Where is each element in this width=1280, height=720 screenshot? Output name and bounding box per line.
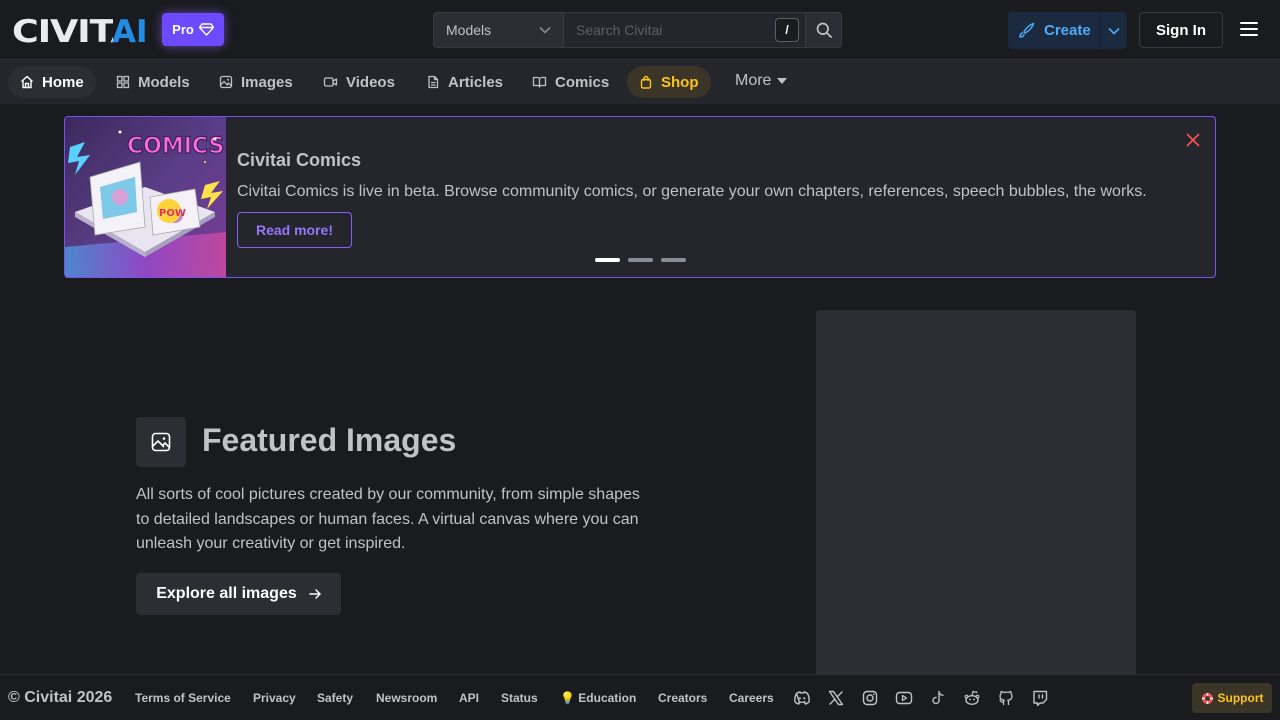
nav-item-images[interactable]: Images bbox=[207, 66, 305, 98]
book-icon bbox=[532, 76, 547, 88]
nav-item-comics[interactable]: Comics bbox=[520, 66, 621, 98]
explore-label: Explore all images bbox=[156, 585, 297, 602]
carousel-dot[interactable] bbox=[628, 258, 653, 262]
create-button[interactable]: Create bbox=[1008, 12, 1127, 49]
main-nav: Home Models Images Videos Articles Comic… bbox=[0, 60, 1280, 104]
top-header: CIVITAI AI Pro Models / Create Sign In bbox=[0, 0, 1280, 60]
nav-label: Home bbox=[42, 73, 84, 91]
chevron-down-icon bbox=[1107, 27, 1120, 35]
video-icon bbox=[323, 77, 338, 87]
reddit-icon[interactable] bbox=[963, 689, 981, 707]
nav-more-menu[interactable]: More bbox=[735, 72, 788, 90]
nav-label: Models bbox=[138, 73, 190, 91]
svg-text:AI: AI bbox=[112, 16, 148, 44]
footer-link-newsroom[interactable]: Newsroom bbox=[376, 691, 437, 705]
footer: © Civitai 2026 Terms of Service Privacy … bbox=[0, 674, 1280, 720]
sign-in-button[interactable]: Sign In bbox=[1139, 12, 1223, 48]
lifebuoy-icon bbox=[1201, 692, 1213, 704]
hamburger-menu-icon[interactable] bbox=[1238, 18, 1260, 40]
search-type-value: Models bbox=[446, 22, 492, 38]
instagram-icon[interactable] bbox=[861, 689, 879, 707]
footer-link-safety[interactable]: Safety bbox=[317, 691, 353, 705]
diamond-icon bbox=[198, 23, 214, 36]
copyright: © Civitai 2026 bbox=[8, 689, 113, 706]
nav-label: Articles bbox=[448, 73, 504, 91]
banner-carousel-indicators bbox=[595, 258, 686, 262]
search-bar: Models / bbox=[433, 12, 842, 48]
photo-icon bbox=[219, 75, 233, 89]
search-button[interactable] bbox=[806, 12, 842, 48]
search-type-select[interactable]: Models bbox=[433, 12, 564, 48]
pro-button[interactable]: Pro bbox=[162, 13, 224, 46]
nav-item-shop[interactable]: Shop bbox=[627, 66, 711, 98]
explore-all-images-button[interactable]: Explore all images bbox=[136, 573, 341, 615]
home-icon bbox=[21, 75, 33, 89]
featured-images-title: Featured Images bbox=[202, 422, 457, 458]
svg-text:COMICS: COMICS bbox=[127, 134, 224, 159]
search-input[interactable] bbox=[576, 22, 766, 38]
file-text-icon bbox=[428, 75, 439, 89]
create-main-action[interactable]: Create bbox=[1008, 12, 1100, 49]
nav-item-home[interactable]: Home bbox=[8, 66, 96, 98]
support-button[interactable]: Support bbox=[1192, 683, 1272, 713]
x-icon[interactable] bbox=[827, 689, 845, 707]
pro-label: Pro bbox=[172, 22, 194, 37]
carousel-dot[interactable] bbox=[661, 258, 686, 262]
nav-more-label: More bbox=[735, 72, 772, 89]
nav-label: Comics bbox=[555, 73, 610, 91]
tiktok-icon[interactable] bbox=[929, 689, 947, 707]
footer-link-careers[interactable]: Careers bbox=[729, 691, 774, 705]
announcement-banner: COMICS POW Civitai Comics Civitai Comics… bbox=[64, 116, 1216, 278]
footer-link-terms[interactable]: Terms of Service bbox=[135, 691, 231, 705]
youtube-icon[interactable] bbox=[895, 689, 913, 707]
arrow-right-icon bbox=[309, 589, 321, 599]
comics-banner-image: COMICS POW bbox=[65, 117, 226, 277]
nav-item-models[interactable]: Models bbox=[104, 66, 202, 98]
github-icon[interactable] bbox=[997, 689, 1015, 707]
nav-label: Shop bbox=[661, 73, 699, 91]
create-dropdown-toggle[interactable] bbox=[1100, 27, 1127, 35]
twitch-icon[interactable] bbox=[1031, 689, 1049, 707]
footer-link-status[interactable]: Status bbox=[501, 691, 538, 705]
search-input-container: / bbox=[564, 12, 806, 48]
featured-image-placeholder bbox=[816, 310, 1136, 676]
civitai-logo[interactable]: CIVITAI AI bbox=[12, 16, 152, 44]
banner-text: Civitai Comics is live in beta. Browse c… bbox=[237, 183, 1147, 200]
footer-link-education[interactable]: 💡 Education bbox=[560, 691, 636, 705]
discord-icon[interactable] bbox=[793, 689, 811, 707]
support-label: Support bbox=[1217, 691, 1264, 705]
featured-images-description: All sorts of cool pictures created by ou… bbox=[136, 486, 640, 552]
footer-link-creators[interactable]: Creators bbox=[658, 691, 707, 705]
search-icon bbox=[816, 22, 832, 38]
brush-icon bbox=[1019, 22, 1035, 38]
search-shortcut-key: / bbox=[775, 18, 799, 42]
banner-title: Civitai Comics bbox=[237, 150, 362, 170]
nav-label: Videos bbox=[346, 73, 395, 91]
create-label: Create bbox=[1044, 22, 1091, 39]
nav-label: Images bbox=[241, 73, 293, 91]
photo-icon bbox=[151, 432, 171, 452]
featured-images-icon-box bbox=[136, 417, 186, 467]
carousel-dot-active[interactable] bbox=[595, 258, 620, 262]
footer-link-privacy[interactable]: Privacy bbox=[253, 691, 296, 705]
caret-down-icon bbox=[777, 78, 788, 84]
nav-item-articles[interactable]: Articles bbox=[414, 66, 515, 98]
chevron-down-icon bbox=[539, 26, 551, 34]
footer-link-api[interactable]: API bbox=[459, 691, 479, 705]
nav-item-videos[interactable]: Videos bbox=[311, 66, 407, 98]
grid-icon bbox=[116, 75, 130, 89]
close-icon[interactable] bbox=[1185, 132, 1201, 148]
read-more-button[interactable]: Read more! bbox=[237, 212, 352, 248]
shopping-bag-icon bbox=[640, 75, 652, 89]
svg-text:POW: POW bbox=[159, 208, 186, 219]
